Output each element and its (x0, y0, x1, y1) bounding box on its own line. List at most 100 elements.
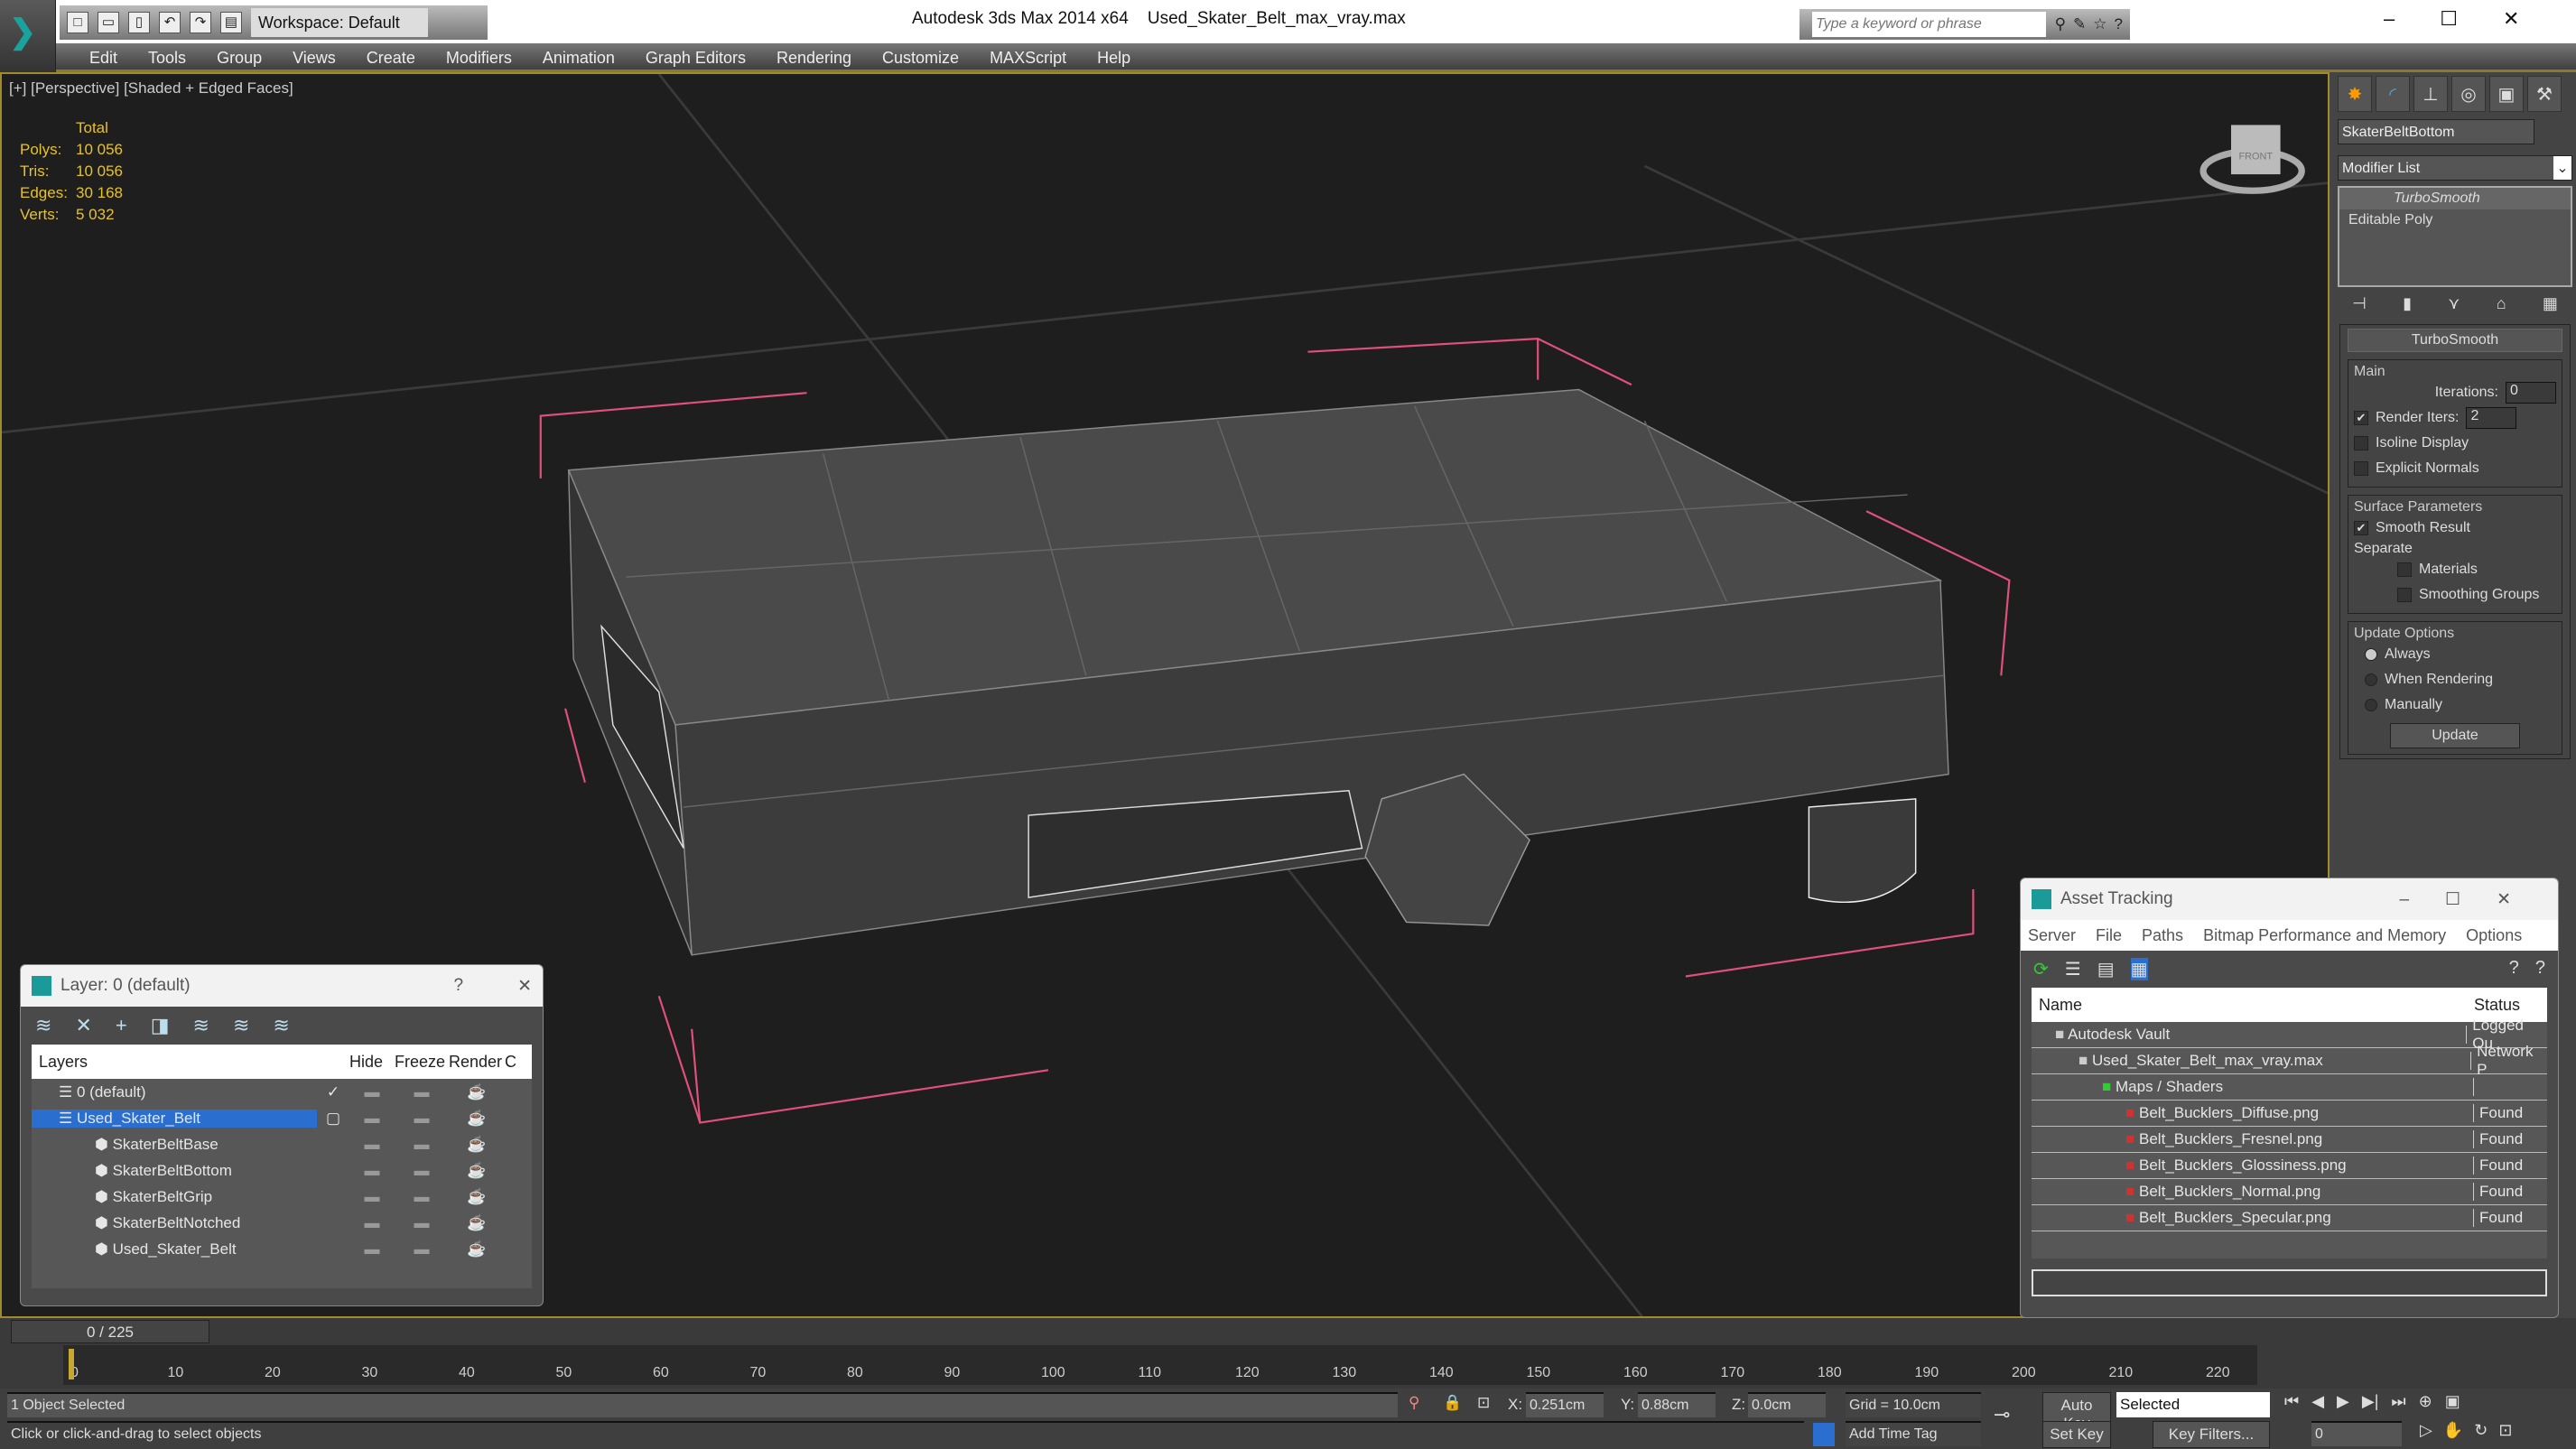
column-header[interactable]: C (505, 1053, 516, 1072)
render-teapot-icon[interactable]: ☕ (449, 1240, 505, 1259)
close-icon[interactable]: ✕ (2503, 7, 2519, 31)
current-layer-check-icon[interactable]: ✓ (317, 1083, 349, 1101)
select-objects-icon[interactable]: ◨ (151, 1014, 170, 1037)
search-tools-icon[interactable]: ⚲✎☆? (2055, 15, 2130, 33)
utilities-tab-icon[interactable]: ⚒ (2527, 76, 2562, 112)
column-header[interactable]: Hide (349, 1053, 395, 1072)
menu-paths[interactable]: Paths (2142, 926, 2183, 945)
explicit-normals-checkbox[interactable] (2354, 461, 2368, 476)
search-input[interactable] (1812, 12, 2046, 37)
modifier-list-dropdown[interactable]: Modifier List ⌄ (2338, 155, 2572, 181)
set-key-button[interactable]: Set Key (2042, 1421, 2111, 1448)
isolate-icon[interactable]: ⚲ (1409, 1394, 1419, 1412)
asset-row[interactable]: ■ Belt_Bucklers_Glossiness.png Found (2032, 1153, 2547, 1179)
freeze-toggle[interactable]: ▬ (395, 1136, 449, 1154)
hide-all-icon[interactable]: ≋ (233, 1014, 249, 1037)
create-layer-icon[interactable]: ≋ (35, 1014, 51, 1037)
isoline-checkbox[interactable] (2354, 436, 2368, 450)
render-teapot-icon[interactable]: ☕ (449, 1136, 505, 1154)
menu-edit[interactable]: Edit (74, 43, 133, 70)
go-to-end-icon[interactable]: ⏭ (2391, 1392, 2405, 1411)
freeze-toggle[interactable]: ▬ (395, 1240, 449, 1259)
time-tag-icon[interactable] (1813, 1423, 1835, 1446)
menu-help[interactable]: Help (1082, 43, 1146, 70)
render-teapot-icon[interactable]: ☕ (449, 1214, 505, 1232)
menu-bitmap-performance[interactable]: Bitmap Performance and Memory (2203, 926, 2446, 945)
menu-group[interactable]: Group (201, 43, 277, 70)
key-filters-button[interactable]: Key Filters... (2153, 1421, 2270, 1448)
configure-sets-icon[interactable]: ▦ (2543, 294, 2558, 313)
remove-modifier-icon[interactable]: ⌂ (2497, 294, 2506, 313)
delete-layer-icon[interactable]: ✕ (75, 1014, 91, 1037)
render-iters-spinner[interactable]: 2 (2466, 407, 2517, 429)
asset-row[interactable]: ■ Used_Skater_Belt_max_vray.max Network P (2032, 1043, 2547, 1078)
menu-server[interactable]: Server (2028, 926, 2076, 945)
set-current-icon[interactable]: ▢ (317, 1110, 349, 1128)
zoom-icon[interactable]: ⊕ (2419, 1392, 2432, 1411)
menu-create[interactable]: Create (351, 43, 431, 70)
orbit-icon[interactable]: ↻ (2474, 1421, 2488, 1440)
layer-row[interactable]: ⬢ SkaterBeltGrip ▬ ▬ ☕ (32, 1184, 532, 1210)
freeze-toggle[interactable]: ▬ (395, 1083, 449, 1101)
modify-tab-icon[interactable]: ◜ (2376, 76, 2410, 112)
add-time-tag-button[interactable]: Add Time Tag (1846, 1421, 1981, 1446)
redo-icon[interactable]: ↷ (190, 12, 211, 33)
smoothing-groups-checkbox[interactable] (2397, 588, 2412, 602)
iterations-spinner[interactable]: 0 (2506, 382, 2556, 404)
render-teapot-icon[interactable]: ☕ (449, 1083, 505, 1101)
x-coordinate[interactable]: 0.251cm (1526, 1392, 1604, 1417)
maximize-icon[interactable]: ☐ (2440, 7, 2458, 31)
lock-selection-icon[interactable]: 🔒 (1443, 1394, 1462, 1412)
asset-row[interactable]: ■ Belt_Bucklers_Normal.png Found (2032, 1179, 2547, 1205)
stack-item-editable-poly[interactable]: Editable Poly (2339, 209, 2571, 231)
display-tab-icon[interactable]: ▣ (2489, 76, 2524, 112)
current-frame-field[interactable]: 0 (2311, 1421, 2402, 1446)
freeze-toggle[interactable]: ▬ (395, 1110, 449, 1128)
freeze-toggle[interactable]: ▬ (395, 1214, 449, 1232)
freeze-all-icon[interactable]: ≋ (273, 1014, 289, 1037)
help-icon[interactable]: ? (2509, 958, 2519, 980)
hide-toggle[interactable]: ▬ (349, 1240, 395, 1259)
viewcube[interactable]: FRONT (2199, 125, 2305, 194)
asset-row[interactable]: ■ Belt_Bucklers_Specular.png Found (2032, 1205, 2547, 1231)
asset-row[interactable]: ■ Belt_Bucklers_Diffuse.png Found (2032, 1101, 2547, 1127)
update-button[interactable]: Update (2390, 723, 2520, 748)
new-file-icon[interactable]: □ (67, 12, 88, 33)
hide-toggle[interactable]: ▬ (349, 1188, 395, 1206)
project-folder-icon[interactable]: ▤ (220, 12, 242, 33)
app-menu-button[interactable]: ❯ (0, 0, 56, 72)
object-name-field[interactable]: SkaterBeltBottom (2338, 119, 2534, 144)
asset-row[interactable]: ■ Autodesk Vault Logged Ou (2032, 1017, 2547, 1052)
hide-toggle[interactable]: ▬ (349, 1083, 395, 1101)
rollout-header[interactable]: TurboSmooth (2348, 329, 2562, 352)
hide-toggle[interactable]: ▬ (349, 1110, 395, 1128)
create-tab-icon[interactable]: ✸ (2338, 76, 2372, 112)
column-header[interactable]: Status (2474, 996, 2520, 1015)
table-view-icon[interactable]: ▦ (2130, 958, 2148, 980)
motion-tab-icon[interactable]: ◎ (2451, 76, 2486, 112)
menu-animation[interactable]: Animation (527, 43, 630, 70)
next-frame-icon[interactable]: ▶| (2362, 1392, 2379, 1411)
open-file-icon[interactable]: ▭ (98, 12, 119, 33)
stack-item-turbosmooth[interactable]: TurboSmooth (2339, 188, 2571, 209)
render-teapot-icon[interactable]: ☕ (449, 1188, 505, 1206)
y-coordinate[interactable]: 0.88cm (1638, 1392, 1716, 1417)
window-controls[interactable]: –☐✕ (2399, 889, 2547, 910)
layer-row[interactable]: ☰ Used_Skater_Belt ▢ ▬ ▬ ☕ (32, 1105, 532, 1131)
z-coordinate[interactable]: 0.0cm (1748, 1392, 1826, 1417)
menu-modifiers[interactable]: Modifiers (431, 43, 527, 70)
menu-views[interactable]: Views (277, 43, 351, 70)
make-unique-icon[interactable]: ⋎ (2448, 294, 2460, 313)
menu-file[interactable]: File (2096, 926, 2122, 945)
column-header[interactable]: Name (2032, 996, 2474, 1015)
pan-icon[interactable]: ✋ (2443, 1421, 2463, 1440)
save-icon[interactable]: ▯ (128, 12, 150, 33)
column-header[interactable]: Freeze (395, 1053, 449, 1072)
tree-view-icon[interactable]: ▤ (2097, 958, 2115, 980)
help-context-icon[interactable]: ? (2535, 958, 2545, 980)
layer-row[interactable]: ☰ 0 (default) ✓ ▬ ▬ ☕ (32, 1079, 532, 1105)
layer-row[interactable]: ⬢ SkaterBeltBase ▬ ▬ ☕ (32, 1131, 532, 1157)
maximize-viewport-icon[interactable]: ⊡ (2498, 1421, 2512, 1440)
render-teapot-icon[interactable]: ☕ (449, 1110, 505, 1128)
field-of-view-icon[interactable]: ▷ (2420, 1421, 2432, 1440)
